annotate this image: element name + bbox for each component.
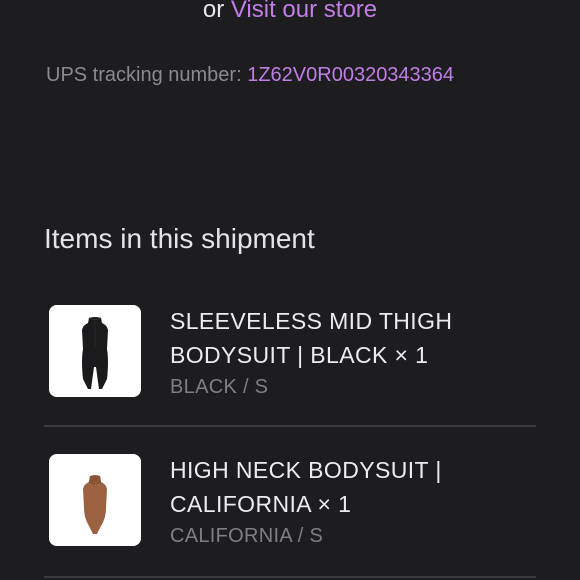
store-line: or Visit our store	[0, 0, 580, 28]
item-name-line1: HIGH NECK BODYSUIT |	[170, 457, 442, 483]
item-name: SLEEVELESS MID THIGH BODYSUIT | BLACK × …	[170, 304, 530, 372]
or-text: or	[202, 0, 225, 23]
item-name-line2: CALIFORNIA × 1	[170, 491, 352, 517]
black-bodysuit-image	[49, 305, 141, 397]
item-name-line1: SLEEVELESS MID THIGH	[170, 308, 453, 334]
tracking-info: UPS tracking number: 1Z62V0R00320343364	[46, 61, 454, 89]
shipment-section-title: Items in this shipment	[44, 223, 315, 254]
item-name: HIGH NECK BODYSUIT | CALIFORNIA × 1	[170, 453, 530, 521]
item-details: SLEEVELESS MID THIGH BODYSUIT | BLACK × …	[170, 304, 530, 401]
tracking-number-link[interactable]: 1Z62V0R00320343364	[247, 64, 454, 86]
visit-store-link[interactable]: Visit our store	[231, 0, 377, 23]
brown-bodysuit-image	[49, 454, 141, 546]
item-divider	[44, 576, 536, 578]
item-variant: BLACK / S	[170, 376, 269, 398]
item-name-line2: BODYSUIT | BLACK × 1	[170, 342, 429, 368]
item-divider	[44, 425, 536, 427]
item-variant: CALIFORNIA / S	[170, 525, 324, 547]
item-details: HIGH NECK BODYSUIT | CALIFORNIA × 1 CALI…	[170, 453, 530, 550]
tracking-label: UPS tracking number:	[46, 64, 242, 86]
